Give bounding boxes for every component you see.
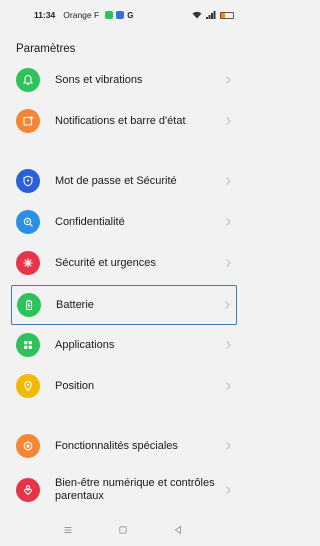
chevron-right-icon xyxy=(226,177,231,185)
chevron-right-icon xyxy=(226,486,231,494)
shield-icon xyxy=(16,169,40,193)
chevron-right-icon xyxy=(226,76,231,84)
chevron-right-icon xyxy=(225,301,230,309)
bell-icon xyxy=(16,68,40,92)
settings-item-label: Sons et vibrations xyxy=(55,73,143,86)
chevron-right-icon xyxy=(226,117,231,125)
status-bar: 11:34 Orange F G xyxy=(0,0,246,30)
back-icon[interactable] xyxy=(173,525,183,535)
settings-item-mot-de-passe[interactable]: Mot de passe et Sécurité xyxy=(11,161,237,201)
settings-item-label: Position xyxy=(55,379,95,392)
emergency-icon xyxy=(16,251,40,275)
battery-status-icon xyxy=(220,11,234,19)
settings-item-label: Fonctionnalités spéciales xyxy=(55,439,178,452)
settings-item-batterie[interactable]: Batterie xyxy=(11,285,237,325)
settings-item-label: Notifications et barre d'état xyxy=(55,114,186,127)
status-carrier: Orange F xyxy=(63,10,100,20)
battery-icon xyxy=(17,293,41,317)
chevron-right-icon xyxy=(226,442,231,450)
settings-item-confidentialite[interactable]: Confidentialité xyxy=(11,202,237,242)
privacy-icon xyxy=(16,210,40,234)
settings-item-fonctionnalites[interactable]: Fonctionnalités spéciales xyxy=(11,426,237,466)
status-time: 11:34 xyxy=(34,10,56,20)
settings-item-securite-urgences[interactable]: Sécurité et urgences xyxy=(11,243,237,283)
home-icon[interactable] xyxy=(118,525,128,535)
apps-icon xyxy=(16,333,40,357)
settings-item-notifications[interactable]: Notifications et barre d'état xyxy=(11,101,237,141)
chevron-right-icon xyxy=(226,218,231,226)
app-notification-icon xyxy=(116,11,125,19)
google-icon: G xyxy=(127,10,134,20)
signal-icon xyxy=(206,11,216,19)
chevron-right-icon xyxy=(226,382,231,390)
star-icon xyxy=(16,434,40,458)
wifi-icon xyxy=(192,11,202,19)
notification-icon xyxy=(16,109,40,133)
settings-item-label: Mot de passe et Sécurité xyxy=(55,174,177,187)
chevron-right-icon xyxy=(226,259,231,267)
settings-item-label: Bien-être numérique et contrôles parenta… xyxy=(55,477,215,502)
location-icon xyxy=(16,374,40,398)
settings-item-applications[interactable]: Applications xyxy=(11,325,237,365)
settings-item-label: Batterie xyxy=(56,298,94,311)
settings-item-label: Sécurité et urgences xyxy=(55,256,156,269)
navigation-bar xyxy=(0,514,246,546)
settings-item-sons-vibrations[interactable]: Sons et vibrations xyxy=(11,60,237,100)
settings-item-bien-etre[interactable]: Bien-être numérique et contrôles parenta… xyxy=(11,466,237,514)
chevron-right-icon xyxy=(226,341,231,349)
settings-item-label: Applications xyxy=(55,338,115,351)
menu-icon[interactable] xyxy=(63,525,73,535)
settings-item-label: Confidentialité xyxy=(55,215,125,228)
page-title: Paramètres xyxy=(16,43,76,55)
app-notification-icon xyxy=(105,11,114,19)
wellbeing-icon xyxy=(16,478,40,502)
settings-item-position[interactable]: Position xyxy=(11,366,237,406)
